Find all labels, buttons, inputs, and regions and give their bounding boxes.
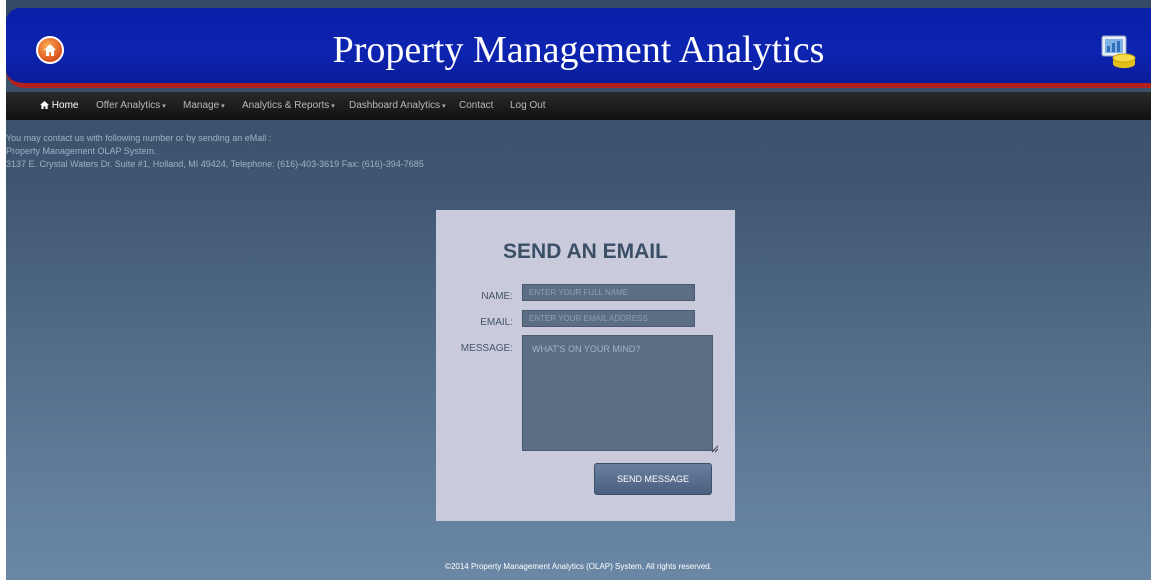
- chevron-down-icon: ▾: [442, 103, 446, 110]
- form-title: SEND AN EMAIL: [503, 240, 668, 263]
- app-title: Property Management Analytics: [332, 29, 825, 71]
- name-input[interactable]: [522, 284, 695, 301]
- main-navbar: Home Offer Analytics ▾ Manage ▾ Analytics …: [6, 92, 1151, 120]
- nav-offer-analytics[interactable]: Offer Analytics ▾: [96, 92, 166, 120]
- nav-analytics-reports[interactable]: Analytics & Reports ▾: [242, 92, 335, 120]
- page-frame: Property Management Analytics Home Offer…: [6, 0, 1151, 580]
- nav-home[interactable]: Home: [40, 92, 78, 120]
- email-label: EMAIL:: [480, 317, 513, 328]
- resize-grip-icon[interactable]: [711, 440, 719, 458]
- nav-dashboard-analytics-label: Dashboard Analytics: [349, 100, 441, 111]
- nav-manage-label: Manage: [183, 100, 220, 111]
- home-icon: [40, 100, 52, 111]
- database-chart-icon: [1100, 34, 1136, 79]
- nav-contact[interactable]: Contact: [459, 92, 493, 120]
- name-label: NAME:: [481, 291, 513, 302]
- message-label: MESSAGE:: [460, 343, 513, 354]
- app-header: Property Management Analytics: [6, 8, 1151, 88]
- chevron-down-icon: ▾: [221, 103, 225, 110]
- footer-copyright: ©2014 Property Management Analytics (OLA…: [445, 562, 712, 571]
- nav-dashboard-analytics[interactable]: Dashboard Analytics ▾: [349, 92, 446, 120]
- nav-logout-label: Log Out: [510, 100, 546, 111]
- email-form-card: SEND AN EMAIL NAME: EMAIL: MESSAGE: SEND…: [436, 210, 735, 521]
- chevron-down-icon: ▾: [331, 103, 335, 110]
- nav-logout[interactable]: Log Out: [510, 92, 546, 120]
- nav-contact-label: Contact: [459, 100, 494, 111]
- nav-analytics-reports-label: Analytics & Reports: [242, 100, 330, 111]
- contact-info: You may contact us with following number…: [6, 132, 424, 171]
- message-textarea[interactable]: [522, 335, 713, 451]
- chevron-down-icon: ▾: [162, 103, 166, 110]
- nav-offer-analytics-label: Offer Analytics: [96, 100, 161, 111]
- contact-info-line: You may contact us with following number…: [6, 133, 272, 143]
- contact-info-line: Property Management OLAP System.: [6, 146, 157, 156]
- email-input[interactable]: [522, 310, 695, 327]
- nav-manage[interactable]: Manage ▾: [183, 92, 225, 120]
- nav-home-label: Home: [51, 100, 79, 111]
- send-message-button[interactable]: SEND MESSAGE: [594, 463, 712, 495]
- contact-info-line: 3137 E. Crystal Waters Dr. Suite #1, Hol…: [6, 159, 424, 169]
